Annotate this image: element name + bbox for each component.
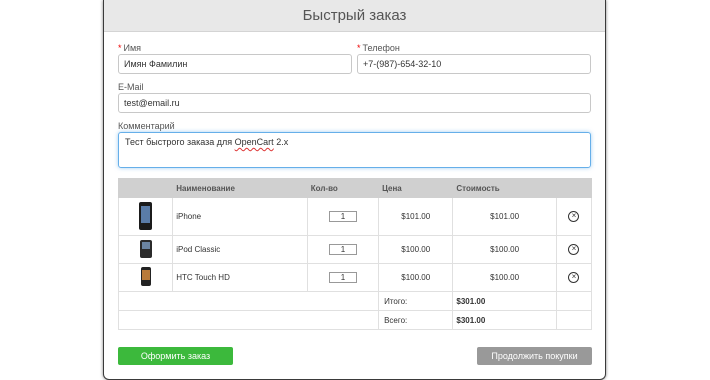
header-image [117,178,174,198]
total-cell: $100.00 [452,235,557,264]
subtotal-label: Итого: [378,291,454,311]
qty-input[interactable]: 1 [328,244,357,255]
checkout-button[interactable]: Оформить заказ [118,347,233,365]
remove-circle-icon[interactable]: × [568,272,580,283]
table-row: iPod Classic 1 $100.00 $100.00 × [117,235,593,264]
modal-title: Быстрый заказ [302,7,407,24]
table-row: HTC Touch HD 1 $100.00 $100.00 × [117,263,593,292]
header-name: Наименование [172,178,308,198]
price-cell: $100.00 [378,263,454,292]
table-row: iPhone 1 $101.00 $101.00 × [117,197,593,236]
modal-body: * Имя Имян Фамилин * Телефон +7-(987)-654-… [104,32,605,330]
qty-cell: 1 [306,235,380,264]
price-cell: $100.00 [378,235,454,264]
header-qty: Кол-во [306,178,380,198]
header-total: Стоимость [452,178,557,198]
empty-cell [555,310,593,330]
total-cell: $100.00 [452,263,557,292]
quick-order-modal: Быстрый заказ * Имя Имян Фамилин * Телефон… [103,0,606,380]
empty-cell [117,310,380,330]
product-name[interactable]: iPhone [172,197,308,236]
grand-total-label: Всего: [378,310,454,330]
price-cell: $101.00 [378,197,454,236]
total-cell: $101.00 [452,197,557,236]
name-label: * Имя [118,43,142,53]
qty-input[interactable]: 1 [328,272,357,283]
grand-total-row: Всего: $301.00 [117,310,593,330]
htc-phone-icon[interactable] [140,267,151,286]
misspelled-word: OpenCart [234,137,274,147]
empty-cell [555,291,593,311]
email-group: E-Mail test@email.ru [118,81,591,113]
remove-circle-icon[interactable]: × [568,244,580,255]
comment-textarea[interactable]: Тест быстрого заказа для OpenCart 2.x [118,132,591,168]
empty-cell [117,291,380,311]
ipod-icon[interactable] [139,239,152,258]
qty-input[interactable]: 1 [328,211,357,222]
qty-cell: 1 [306,197,380,236]
table-header-row: Наименование Кол-во Цена Стоимость [117,178,593,198]
iphone-icon[interactable] [139,201,153,230]
subtotal-value: $301.00 [452,291,557,311]
header-remove [555,178,593,198]
email-input[interactable]: test@email.ru [118,93,591,113]
product-name[interactable]: iPod Classic [172,235,308,264]
subtotal-row: Итого: $301.00 [117,291,593,311]
name-phone-row: * Имя Имян Фамилин * Телефон +7-(987)-654-… [118,42,591,74]
product-name[interactable]: HTC Touch HD [172,263,308,292]
comment-group: Комментарий Тест быстрого заказа для Ope… [118,120,591,168]
header-price: Цена [378,178,454,198]
product-image-cell [117,263,174,292]
product-image-cell [117,235,174,264]
phone-label: * Телефон [357,43,400,53]
email-label: E-Mail [118,82,144,92]
remove-cell: × [555,235,593,264]
remove-cell: × [555,197,593,236]
remove-cell: × [555,263,593,292]
required-mark: * [118,43,122,53]
name-input[interactable]: Имян Фамилин [118,54,352,74]
required-mark: * [357,43,361,53]
cart-table: Наименование Кол-во Цена Стоимость iPhon… [117,178,593,330]
product-image-cell [117,197,174,236]
qty-cell: 1 [306,263,380,292]
name-group: * Имя Имян Фамилин [118,42,352,74]
phone-group: * Телефон +7-(987)-654-32-10 [357,42,591,74]
comment-label: Комментарий [118,121,175,131]
modal-header: Быстрый заказ [104,0,605,32]
continue-shopping-button[interactable]: Продолжить покупки [477,347,592,365]
grand-total-value: $301.00 [452,310,557,330]
phone-input[interactable]: +7-(987)-654-32-10 [357,54,591,74]
remove-circle-icon[interactable]: × [568,211,580,222]
